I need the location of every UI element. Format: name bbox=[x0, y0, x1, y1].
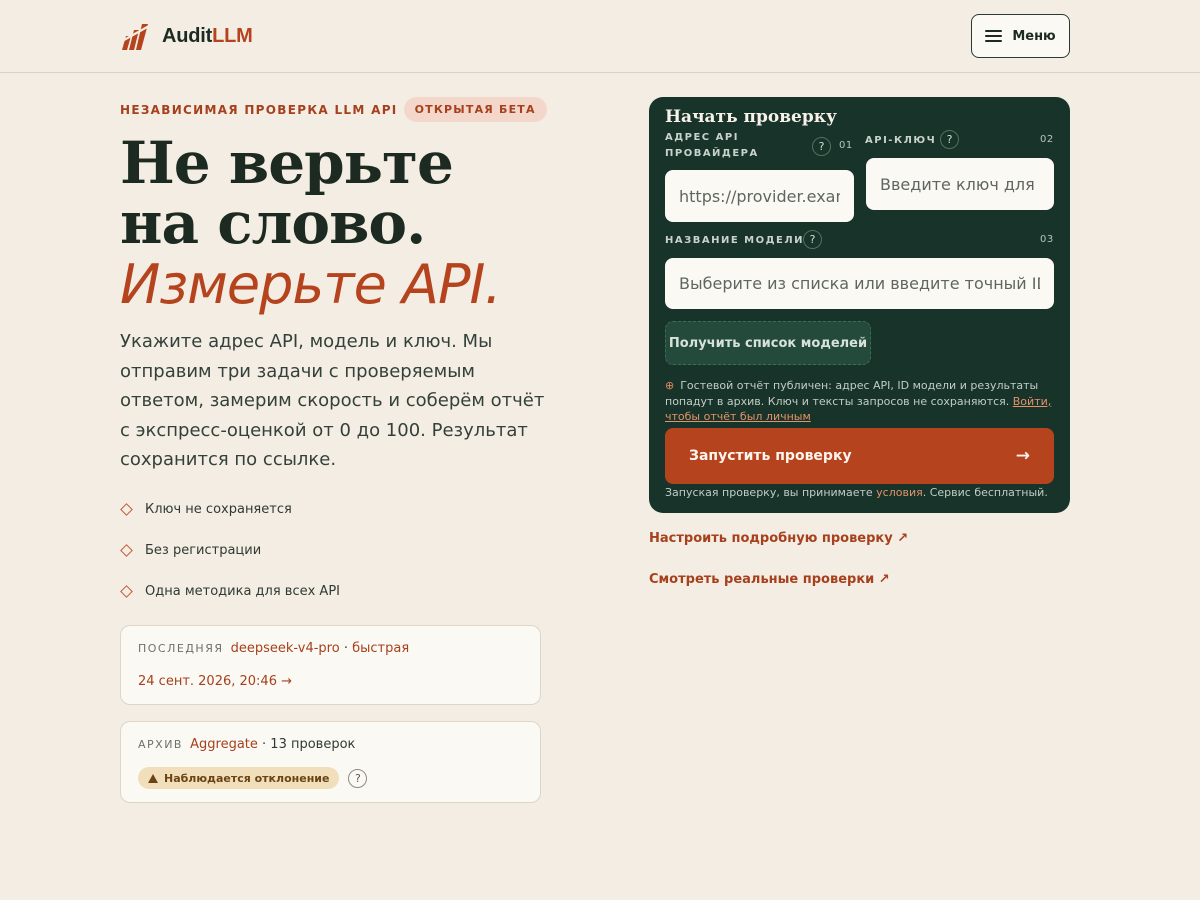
model-label: НАЗВАНИЕ МОДЕЛИ bbox=[665, 235, 804, 246]
logo-text: AuditLLM bbox=[162, 24, 253, 47]
feature-item: Одна методика для всех API bbox=[120, 580, 340, 602]
run-check-button[interactable]: Запустить проверку → bbox=[665, 428, 1054, 484]
form-title: Начать проверку bbox=[665, 107, 837, 127]
feature-list: Ключ не сохраняется Без регистрации Одна… bbox=[120, 498, 340, 621]
diamond-icon bbox=[120, 502, 133, 516]
archive-summary: АРХИВ Aggregate · 13 проверок bbox=[138, 737, 355, 752]
logo-mark-icon bbox=[122, 24, 150, 50]
menu-label: Меню bbox=[1012, 28, 1056, 44]
terms-note: Запуская проверку, вы принимаете условия… bbox=[665, 486, 1048, 499]
api-key-step: 02 bbox=[1040, 134, 1054, 145]
api-key-input[interactable] bbox=[866, 158, 1054, 210]
latest-mode: быстрая bbox=[352, 641, 410, 656]
run-check-label: Запустить проверку bbox=[689, 448, 852, 464]
api-key-help-icon[interactable]: ? bbox=[940, 130, 959, 149]
eyebrow-text: НЕЗАВИСИМАЯ ПРОВЕРКА LLM API bbox=[120, 102, 398, 117]
fetch-models-button[interactable]: Получить список моделей bbox=[665, 321, 871, 365]
detailed-check-link[interactable]: Настроить подробную проверку ↗ bbox=[649, 531, 908, 546]
check-form-panel: Начать проверку АДРЕС API ПРОВАЙДЕРА ? 0… bbox=[649, 97, 1070, 513]
archive-count: · 13 проверок bbox=[262, 737, 356, 752]
hero-title: Не верьте на слово. Измерьте API. bbox=[120, 133, 590, 317]
hero-lead: Укажите адрес API, модель и ключ. Мы отп… bbox=[120, 331, 545, 470]
model-help-icon[interactable]: ? bbox=[803, 230, 822, 249]
api-url-step: 01 bbox=[839, 140, 853, 151]
archive-status-row: Наблюдается отклонение ? bbox=[138, 767, 368, 789]
globe-icon: ⊕ bbox=[665, 379, 675, 392]
hero-line-2: на слово. bbox=[120, 189, 426, 257]
api-url-label: АДРЕС API ПРОВАЙДЕРА bbox=[665, 132, 759, 159]
latest-label: ПОСЛЕДНЯЯ bbox=[138, 642, 224, 655]
archive-label: АРХИВ bbox=[138, 738, 183, 751]
logo[interactable]: AuditLLM bbox=[120, 20, 253, 52]
model-step: 03 bbox=[1040, 234, 1054, 245]
real-checks-link[interactable]: Смотреть реальные проверки ↗ bbox=[649, 572, 890, 587]
feature-item: Без регистрации bbox=[120, 539, 340, 561]
menu-button[interactable]: Меню bbox=[971, 14, 1070, 58]
hamburger-icon bbox=[985, 30, 1003, 42]
archive-name-link[interactable]: Aggregate bbox=[190, 737, 258, 752]
site-header: AuditLLM Меню bbox=[0, 0, 1200, 73]
beta-badge: ОТКРЫТАЯ БЕТА bbox=[403, 97, 547, 122]
terms-link[interactable]: условия bbox=[876, 486, 923, 499]
api-key-label: API-КЛЮЧ bbox=[865, 135, 937, 146]
guest-notice: ⊕ Гостевой отчёт публичен: адрес API, ID … bbox=[665, 379, 1052, 423]
help-icon[interactable]: ? bbox=[348, 768, 368, 788]
diamond-icon bbox=[120, 584, 133, 598]
diamond-icon bbox=[120, 543, 133, 557]
hero-line-1: Не верьте bbox=[120, 129, 454, 197]
latest-model-link[interactable]: deepseek-v4-pro bbox=[231, 641, 340, 656]
deviation-badge: Наблюдается отклонение bbox=[138, 767, 340, 789]
eyebrow: НЕЗАВИСИМАЯ ПРОВЕРКА LLM API ОТКРЫТАЯ БЕ… bbox=[120, 97, 547, 122]
api-url-input[interactable] bbox=[665, 170, 854, 222]
api-url-help-icon[interactable]: ? bbox=[812, 137, 831, 156]
hero-line-3: Измерьте API. bbox=[120, 253, 502, 316]
arrow-right-icon: → bbox=[1015, 446, 1030, 466]
latest-check-summary: ПОСЛЕДНЯЯ deepseek-v4-pro · быстрая bbox=[138, 641, 410, 656]
model-input[interactable] bbox=[665, 258, 1054, 309]
latest-date-link[interactable]: 24 сент. 2026, 20:46 → bbox=[138, 674, 292, 689]
archive-card[interactable]: АРХИВ Aggregate · 13 проверок Наблюдаетс… bbox=[120, 721, 541, 803]
warning-triangle-icon bbox=[148, 773, 158, 783]
feature-item: Ключ не сохраняется bbox=[120, 498, 340, 520]
latest-check-card[interactable]: ПОСЛЕДНЯЯ deepseek-v4-pro · быстрая 24 с… bbox=[120, 625, 541, 705]
